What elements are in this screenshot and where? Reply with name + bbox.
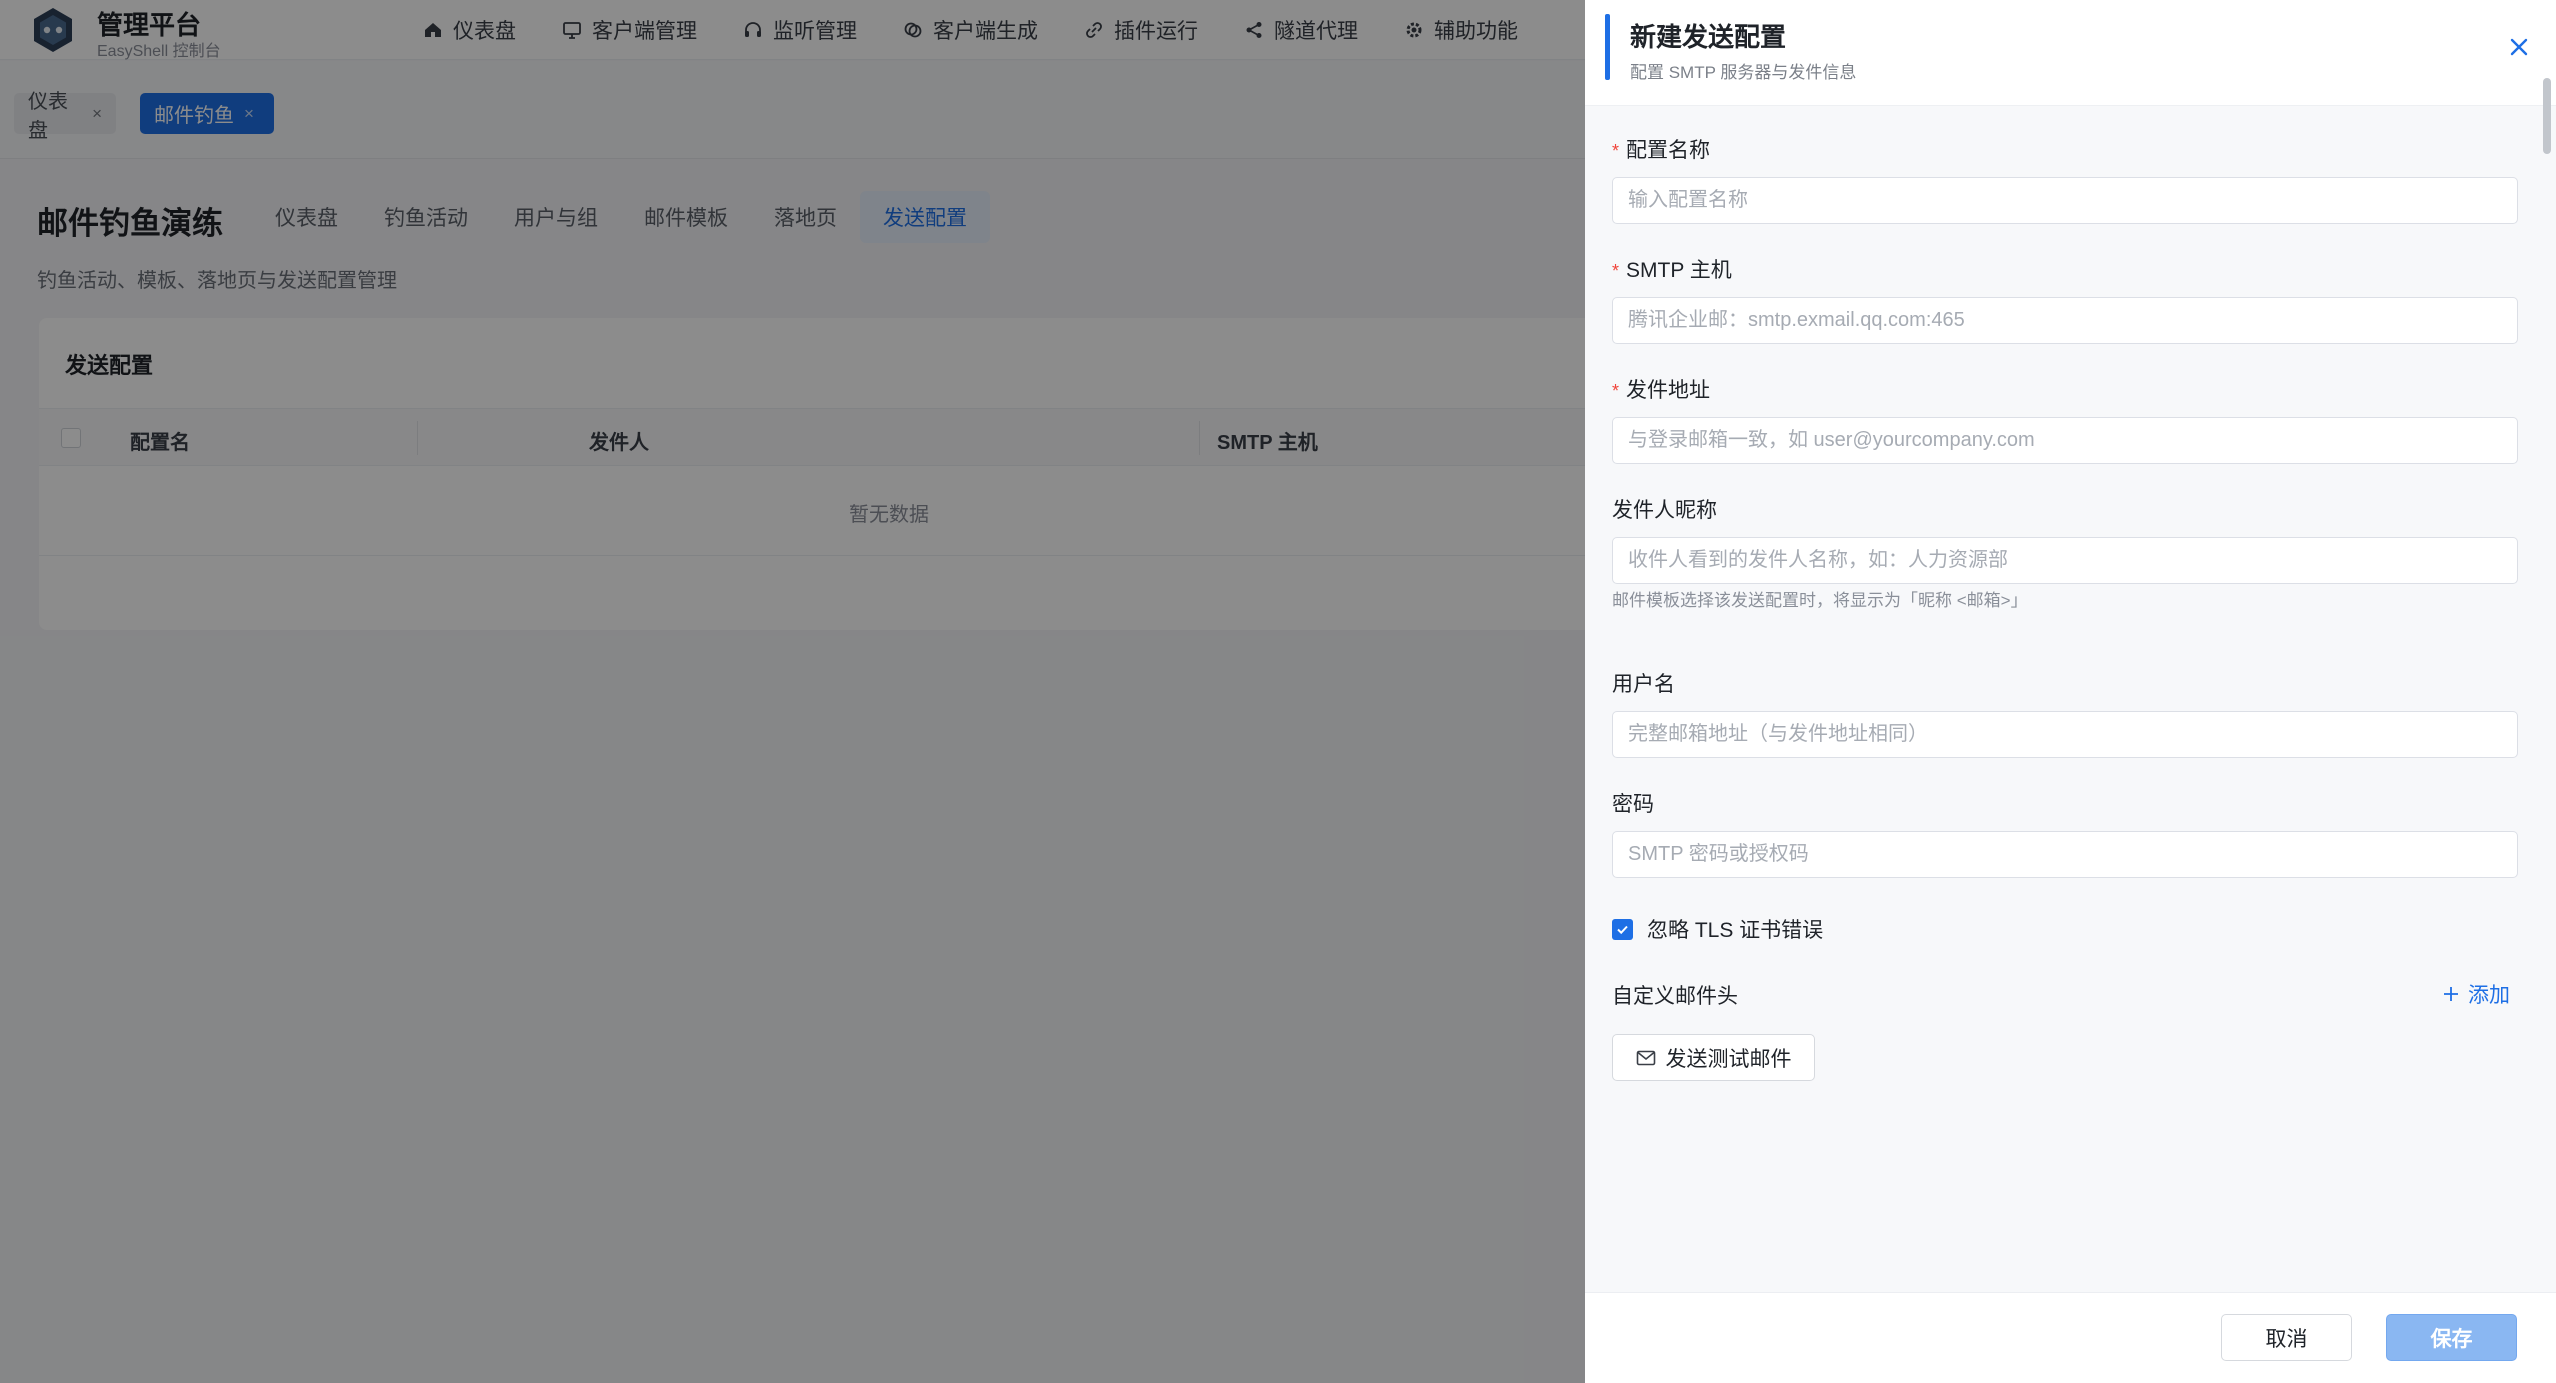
title-accent-bar — [1605, 14, 1610, 80]
required-mark: * — [1612, 381, 1620, 401]
username-input[interactable] — [1612, 711, 2518, 758]
required-mark: * — [1612, 261, 1620, 281]
check-icon — [1617, 925, 1628, 934]
close-icon[interactable] — [2504, 32, 2534, 62]
drawer-subtitle: 配置 SMTP 服务器与发件信息 — [1630, 63, 1857, 82]
username-label: 用户名 — [1612, 673, 1675, 696]
cancel-button[interactable]: 取消 — [2221, 1314, 2352, 1361]
mail-icon — [1636, 1050, 1655, 1065]
drawer-title: 新建发送配置 — [1630, 22, 1787, 52]
from-address-label: * 发件地址 — [1612, 379, 1711, 402]
password-label: 密码 — [1612, 793, 1654, 816]
sender-nickname-label: 发件人昵称 — [1612, 499, 1717, 522]
ignore-tls-checkbox[interactable] — [1612, 918, 1633, 940]
custom-headers-label: 自定义邮件头 — [1612, 985, 1738, 1008]
drawer-form: *配置名称 *SMTP 主机 *发件地址 发件人昵称 邮件模板选择该发送配置时，… — [1585, 106, 2556, 1292]
add-header-label: 添加 — [2468, 984, 2510, 1007]
ignore-tls-label: 忽略 TLS 证书错误 — [1647, 919, 1824, 942]
from-address-input[interactable] — [1612, 417, 2518, 464]
sender-nickname-input[interactable] — [1612, 537, 2518, 584]
required-mark: * — [1612, 141, 1620, 161]
password-input[interactable] — [1612, 831, 2518, 878]
sender-nickname-hint: 邮件模板选择该发送配置时，将显示为「昵称 <邮箱>」 — [1612, 591, 2028, 610]
drawer-footer: 取消 保存 — [1585, 1292, 2556, 1383]
save-button[interactable]: 保存 — [2386, 1314, 2517, 1361]
plus-icon — [2444, 987, 2458, 1001]
config-name-label: * 配置名称 — [1612, 139, 1711, 162]
new-sending-profile-drawer: 新建发送配置 配置 SMTP 服务器与发件信息 *配置名称 *SMTP 主机 *… — [1585, 0, 2556, 1383]
config-name-input[interactable] — [1612, 177, 2518, 224]
send-test-email-label: 发送测试邮件 — [1665, 1047, 1792, 1071]
smtp-host-input[interactable] — [1612, 297, 2518, 344]
send-test-email-button[interactable]: 发送测试邮件 — [1612, 1034, 1815, 1081]
scrollbar-thumb[interactable] — [2543, 78, 2551, 154]
app-root: 管理平台 EasyShell 控制台 仪表盘 客户端管理 监听管理 客户端生成 … — [0, 0, 2556, 1383]
smtp-host-label: * SMTP 主机 — [1612, 259, 1732, 282]
drawer-header: 新建发送配置 配置 SMTP 服务器与发件信息 — [1585, 0, 2556, 106]
ignore-tls-row[interactable]: 忽略 TLS 证书错误 — [1612, 914, 1823, 944]
add-header-button[interactable]: 添加 — [2442, 979, 2510, 1009]
